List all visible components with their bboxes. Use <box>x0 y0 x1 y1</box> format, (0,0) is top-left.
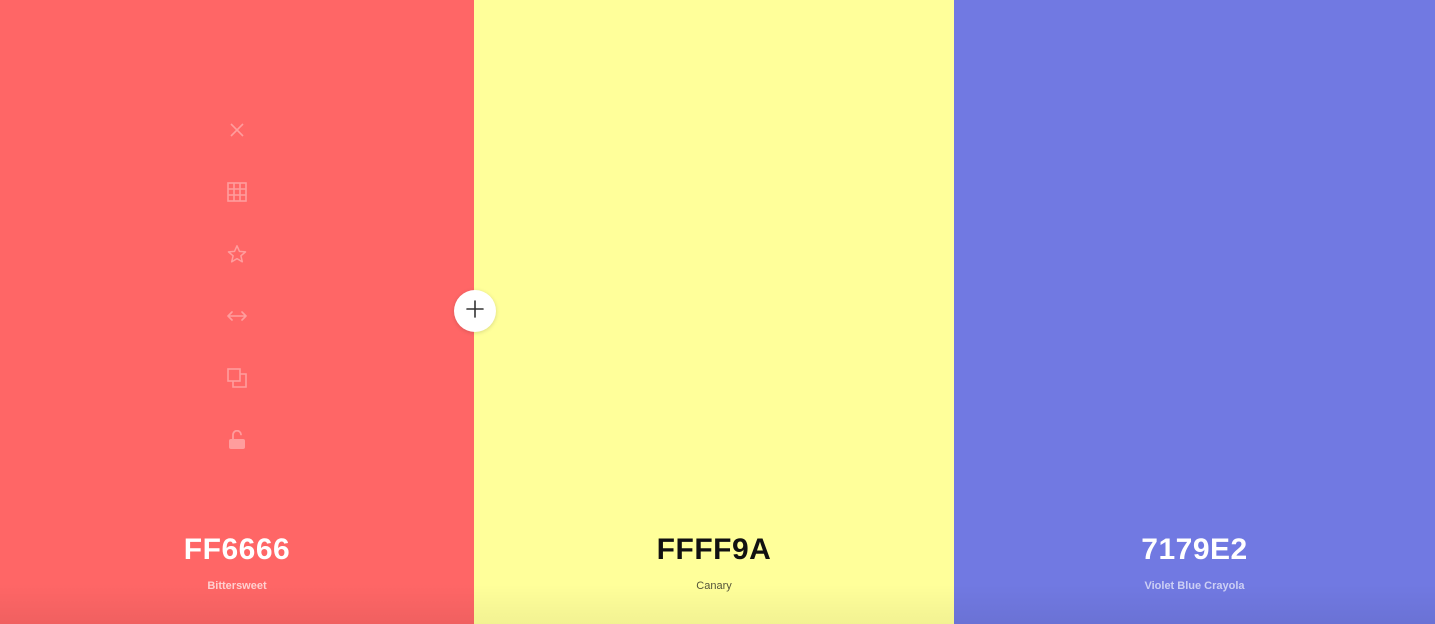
color-name: Violet Blue Crayola <box>1144 580 1245 592</box>
unlock-icon <box>228 430 246 450</box>
hex-code[interactable]: FF6666 <box>0 530 474 570</box>
copy-icon <box>227 368 247 388</box>
swatch-bittersweet[interactable]: FF6666 Bittersweet <box>0 0 474 624</box>
view-shades-button[interactable] <box>219 174 255 210</box>
remove-color-button[interactable] <box>219 112 255 148</box>
hex-code[interactable]: 7179E2 <box>954 530 1435 570</box>
color-palette: FF6666 Bittersweet FFFF9A Canary 7179E2 … <box>0 0 1435 624</box>
color-name: Bittersweet <box>207 580 267 592</box>
star-icon <box>227 244 247 264</box>
color-name: Canary <box>696 580 732 592</box>
swatch-toolbar <box>0 112 474 484</box>
drag-color-button[interactable] <box>219 298 255 334</box>
arrows-horizontal-icon <box>227 310 247 322</box>
hex-code[interactable]: FFFF9A <box>474 530 954 570</box>
plus-icon <box>466 299 484 323</box>
add-color-button[interactable] <box>454 290 496 332</box>
swatch-violet-blue-crayola[interactable]: 7179E2 Violet Blue Crayola <box>954 0 1435 624</box>
grid-icon <box>227 182 247 202</box>
copy-color-button[interactable] <box>219 360 255 396</box>
save-color-button[interactable] <box>219 236 255 272</box>
lock-color-button[interactable] <box>219 422 255 458</box>
close-icon <box>229 122 245 138</box>
swatch-canary[interactable]: FFFF9A Canary <box>474 0 954 624</box>
